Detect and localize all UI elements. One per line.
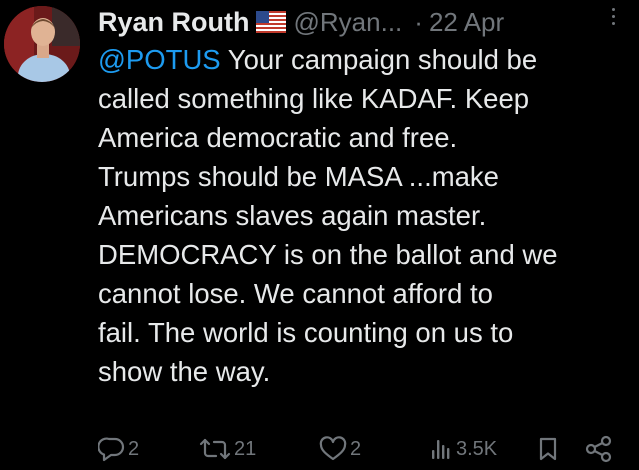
share-button[interactable] bbox=[584, 431, 614, 467]
mention-link[interactable]: @POTUS bbox=[98, 44, 221, 75]
tweet-line: DEMOCRACY is on the ballot and we bbox=[98, 239, 558, 270]
repost-count: 21 bbox=[234, 437, 257, 460]
author-name[interactable]: Ryan Routh bbox=[98, 7, 250, 38]
views-count: 3.5K bbox=[456, 437, 498, 460]
bookmark-button[interactable] bbox=[536, 431, 560, 467]
separator-dot: · bbox=[414, 6, 423, 37]
tweet-line: America democratic and free. bbox=[98, 122, 458, 153]
tweet-text: @POTUS Your campaign should be called so… bbox=[98, 40, 630, 391]
tweet-header: Ryan Routh @Ryan... · 22 Apr bbox=[98, 2, 639, 42]
reply-icon bbox=[98, 436, 126, 462]
tweet-line: @POTUS Your campaign should be bbox=[98, 40, 630, 79]
action-bar: 2 21 2 3.5K bbox=[98, 431, 633, 467]
author-handle[interactable]: @Ryan... bbox=[294, 7, 403, 38]
reply-count: 2 bbox=[128, 437, 140, 460]
tweet-line: cannot lose. We cannot afford to bbox=[98, 278, 493, 309]
like-count: 2 bbox=[350, 437, 362, 460]
tweet-line-text: Your campaign should be bbox=[220, 44, 538, 75]
more-options-icon[interactable] bbox=[612, 8, 615, 25]
repost-button[interactable]: 21 bbox=[198, 431, 256, 467]
share-icon bbox=[584, 435, 614, 463]
us-flag-icon bbox=[255, 11, 286, 33]
repost-icon bbox=[198, 436, 232, 462]
heart-icon bbox=[318, 436, 348, 462]
reply-button[interactable]: 2 bbox=[98, 431, 139, 467]
like-button[interactable]: 2 bbox=[318, 431, 361, 467]
views-button[interactable]: 3.5K bbox=[428, 431, 497, 467]
author-avatar[interactable] bbox=[4, 6, 80, 82]
tweet-line: called something like KADAF. Keep bbox=[98, 83, 530, 114]
bookmark-icon bbox=[536, 436, 560, 462]
tweet-line: Americans slaves again master. bbox=[98, 200, 487, 231]
tweet: Ryan Routh @Ryan... · 22 Apr @POTUS Your… bbox=[0, 0, 639, 470]
views-icon bbox=[428, 436, 454, 462]
tweet-line: Trumps should be MASA ...make bbox=[98, 161, 499, 192]
tweet-timestamp[interactable]: 22 Apr bbox=[429, 7, 504, 38]
tweet-line: show the way. bbox=[98, 356, 271, 387]
tweet-line: fail. The world is counting on us to bbox=[98, 317, 514, 348]
